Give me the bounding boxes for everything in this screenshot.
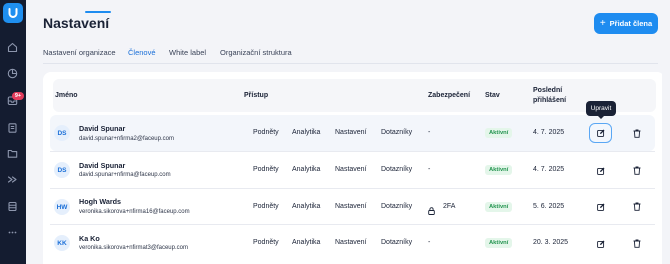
trash-icon bbox=[633, 166, 641, 175]
avatar: DS bbox=[54, 162, 70, 178]
row-divider bbox=[50, 188, 655, 189]
member-email: veronika.sikorova+nfirmat3@faceup.com bbox=[79, 245, 188, 251]
active-tab-indicator bbox=[85, 11, 111, 13]
page-title: Nastavení bbox=[43, 15, 110, 31]
edit-icon bbox=[596, 167, 604, 175]
last-login-date: 5. 6. 2025 bbox=[533, 203, 565, 210]
access-surveys: Dotazníky bbox=[381, 203, 413, 210]
header-status[interactable]: Stav bbox=[485, 92, 500, 99]
tabs-divider bbox=[43, 63, 658, 64]
tab-members[interactable]: Členové bbox=[128, 48, 156, 57]
edit-icon bbox=[596, 203, 604, 211]
header-last-login-line1[interactable]: Poslední bbox=[533, 87, 562, 94]
database-icon[interactable] bbox=[6, 200, 19, 213]
edit-button[interactable] bbox=[594, 200, 607, 213]
last-login-date: 4. 7. 2025 bbox=[533, 129, 565, 136]
delete-button[interactable] bbox=[632, 128, 642, 139]
security-value: - bbox=[428, 129, 431, 136]
status-badge: Aktivní bbox=[485, 165, 513, 175]
header-last-login-line2[interactable]: přihlášení bbox=[533, 97, 566, 104]
access-reports: Podněty bbox=[253, 239, 279, 246]
home-icon[interactable] bbox=[6, 41, 19, 54]
access-surveys: Dotazníky bbox=[381, 129, 413, 136]
avatar: DS bbox=[54, 125, 70, 141]
access-surveys: Dotazníky bbox=[381, 239, 413, 246]
delete-button[interactable] bbox=[632, 238, 642, 249]
status-badge: Aktivní bbox=[485, 202, 513, 212]
access-settings: Nastavení bbox=[335, 239, 367, 246]
access-settings: Nastavení bbox=[335, 203, 367, 210]
tab-organization-settings[interactable]: Nastavení organizace bbox=[43, 48, 116, 57]
member-email: veronika.sikorova+nfirma16@faceup.com bbox=[79, 209, 190, 215]
access-reports: Podněty bbox=[253, 129, 279, 136]
lock-icon bbox=[428, 202, 435, 215]
access-reports: Podněty bbox=[253, 203, 279, 210]
logo-icon[interactable] bbox=[3, 3, 23, 23]
tab-organization-structure[interactable]: Organizační struktura bbox=[220, 48, 292, 57]
sidebar: 9+ bbox=[0, 0, 26, 264]
member-name: Hogh Wards bbox=[79, 197, 122, 206]
notification-badge: 9+ bbox=[12, 92, 24, 100]
avatar: KK bbox=[54, 235, 70, 251]
access-analytics: Analytika bbox=[292, 129, 321, 136]
access-settings: Nastavení bbox=[335, 166, 367, 173]
more-icon[interactable] bbox=[6, 226, 19, 239]
trash-icon bbox=[633, 129, 641, 138]
edit-button[interactable] bbox=[589, 123, 612, 143]
row-divider bbox=[50, 151, 655, 152]
header-security: Zabezpečení bbox=[428, 92, 471, 99]
access-analytics: Analytika bbox=[292, 166, 321, 173]
access-reports: Podněty bbox=[253, 166, 279, 173]
delete-button[interactable] bbox=[632, 201, 642, 212]
member-name: David Spunar bbox=[79, 124, 126, 133]
avatar: HW bbox=[54, 199, 70, 215]
security-value: - bbox=[428, 239, 431, 246]
edit-icon bbox=[596, 240, 604, 248]
delete-button[interactable] bbox=[632, 165, 642, 176]
arrows-icon[interactable] bbox=[6, 173, 19, 186]
access-surveys: Dotazníky bbox=[381, 166, 413, 173]
header-access: Přístup bbox=[244, 92, 269, 99]
tab-white-label[interactable]: White label bbox=[169, 48, 206, 57]
member-email: david.spunar+nfirma2@faceup.com bbox=[79, 136, 174, 142]
status-badge: Aktivní bbox=[485, 238, 513, 248]
add-member-button[interactable]: + Přidat člena bbox=[594, 13, 658, 34]
plus-icon: + bbox=[599, 17, 606, 29]
edit-button[interactable] bbox=[594, 237, 607, 250]
last-login-date: 20. 3. 2025 bbox=[533, 239, 569, 246]
access-analytics: Analytika bbox=[292, 239, 321, 246]
chart-icon[interactable] bbox=[6, 67, 19, 80]
security-value: - bbox=[428, 166, 431, 173]
tooltip-arrow bbox=[597, 115, 605, 119]
clipboard-icon[interactable] bbox=[6, 121, 19, 134]
add-member-label: Přidat člena bbox=[609, 19, 653, 28]
access-analytics: Analytika bbox=[292, 203, 321, 210]
member-name: David Spunar bbox=[79, 161, 126, 170]
access-settings: Nastavení bbox=[335, 129, 367, 136]
status-badge: Aktivní bbox=[485, 128, 513, 138]
last-login-date: 4. 7. 2025 bbox=[533, 166, 565, 173]
scrollbar[interactable] bbox=[662, 72, 670, 264]
security-value: 2FA bbox=[443, 203, 456, 210]
row-divider bbox=[50, 224, 655, 225]
member-email: david.spunar+nfirma@faceup.com bbox=[79, 172, 171, 178]
header-name[interactable]: Jméno bbox=[55, 92, 78, 99]
folder-icon[interactable] bbox=[6, 147, 19, 160]
member-name: Ka Ko bbox=[79, 234, 100, 243]
edit-button[interactable] bbox=[594, 164, 607, 177]
trash-icon bbox=[633, 239, 641, 248]
trash-icon bbox=[633, 202, 641, 211]
edit-tooltip: Upravit bbox=[586, 101, 616, 116]
table-header bbox=[53, 79, 656, 112]
edit-icon bbox=[596, 129, 604, 137]
